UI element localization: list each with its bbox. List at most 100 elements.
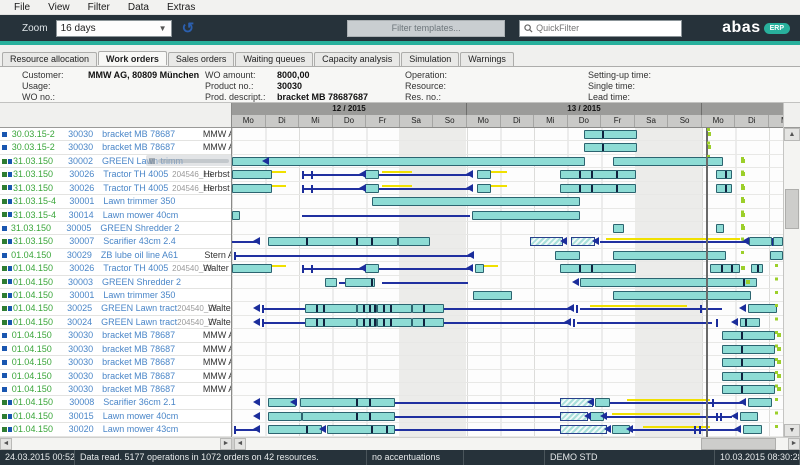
gantt-bar[interactable] bbox=[365, 184, 379, 193]
gantt-bar[interactable] bbox=[472, 211, 580, 220]
gantt-bar[interactable] bbox=[327, 425, 395, 434]
gantt-bar[interactable] bbox=[722, 345, 775, 354]
gantt-bar[interactable] bbox=[613, 224, 624, 233]
gantt-bar[interactable] bbox=[555, 251, 580, 260]
table-row[interactable]: 30.03.15-230030bracket MB 78687MMW AG bbox=[0, 141, 231, 154]
gantt-bar[interactable] bbox=[773, 237, 783, 246]
table-row[interactable]: 01.04.15030020Lawn mower 43cm bbox=[0, 423, 231, 436]
gantt-hscroll-track[interactable] bbox=[246, 438, 788, 450]
gantt-bar[interactable] bbox=[473, 291, 512, 300]
gantt-bar[interactable] bbox=[710, 264, 740, 273]
gantt-bar[interactable] bbox=[613, 251, 726, 260]
menu-item-view[interactable]: View bbox=[39, 2, 79, 13]
gantt-bar[interactable] bbox=[584, 143, 637, 152]
table-row[interactable]: 30.03.15-230030bracket MB 78687MMW AG bbox=[0, 128, 231, 141]
gantt-bar[interactable] bbox=[232, 264, 272, 273]
gantt-bar[interactable] bbox=[305, 304, 357, 313]
table-row[interactable]: 01.04.15030025GREEN Lawn tract204540_28W… bbox=[0, 302, 231, 315]
gantt-bar[interactable] bbox=[232, 184, 272, 193]
zoom-select[interactable]: 16 days ▼ bbox=[56, 20, 172, 37]
scroll-left-button[interactable]: ◄ bbox=[0, 438, 12, 450]
scroll-left-button[interactable]: ◄ bbox=[234, 438, 246, 450]
gantt-hscrollbar[interactable]: ◄ ► bbox=[234, 438, 800, 450]
gantt-bar[interactable] bbox=[595, 398, 610, 407]
gantt-bar[interactable] bbox=[716, 224, 724, 233]
gantt-bar[interactable] bbox=[268, 412, 302, 421]
gantt-bar[interactable] bbox=[613, 291, 751, 300]
table-row[interactable]: 01.04.15030030bracket MB 78687MMW AG bbox=[0, 383, 231, 396]
gantt-bar[interactable] bbox=[232, 170, 272, 179]
gantt-bar[interactable] bbox=[722, 358, 775, 367]
gantt-bar[interactable] bbox=[325, 278, 337, 287]
gantt-bar[interactable] bbox=[716, 170, 732, 179]
scroll-right-button[interactable]: ► bbox=[788, 438, 800, 450]
gantt-bar[interactable] bbox=[232, 211, 240, 220]
gantt-bar[interactable] bbox=[475, 264, 484, 273]
gantt-bar[interactable] bbox=[749, 237, 772, 246]
gantt-bar[interactable] bbox=[743, 425, 762, 434]
gantt-hatched-bar[interactable] bbox=[530, 237, 563, 246]
menu-item-filter[interactable]: Filter bbox=[79, 2, 119, 13]
vertical-scroll-thumb[interactable] bbox=[785, 189, 799, 229]
gantt-bar[interactable] bbox=[477, 184, 491, 193]
gantt-bar[interactable] bbox=[716, 184, 732, 193]
undo-icon[interactable]: ↺ bbox=[182, 21, 195, 36]
gantt-bar[interactable] bbox=[748, 398, 772, 407]
gantt-bar[interactable] bbox=[377, 304, 412, 313]
gantt-bar[interactable] bbox=[560, 264, 636, 273]
gantt-bar[interactable] bbox=[357, 318, 377, 327]
filter-templates-button[interactable]: Filter templates... bbox=[347, 20, 505, 37]
gantt-bar[interactable] bbox=[751, 264, 763, 273]
gantt-bar[interactable] bbox=[300, 398, 395, 407]
gantt-bar[interactable] bbox=[377, 318, 412, 327]
table-row[interactable]: 01.04.15030026Tractor TH 4005204540_29Wa… bbox=[0, 262, 231, 275]
tab-warnings[interactable]: Warnings bbox=[460, 52, 514, 66]
gantt-bar[interactable] bbox=[357, 304, 377, 313]
gantt-bar[interactable] bbox=[770, 251, 783, 260]
table-row[interactable]: 01.04.15030030bracket MB 78687MMW AG bbox=[0, 329, 231, 342]
tab-capacity-analysis[interactable]: Capacity analysis bbox=[314, 52, 400, 66]
table-row[interactable]: 01.04.15030024GREEN Lawn tract204540_27W… bbox=[0, 316, 231, 329]
gantt-bar[interactable] bbox=[740, 318, 760, 327]
gantt-bar[interactable] bbox=[740, 412, 758, 421]
gantt-bar[interactable] bbox=[268, 425, 322, 434]
table-row[interactable]: 01.04.15030015Lawn mower 40cm bbox=[0, 410, 231, 423]
gantt-bar[interactable] bbox=[477, 170, 491, 179]
table-hscrollbar[interactable]: ◄ ► bbox=[0, 438, 232, 450]
table-row[interactable]: 01.04.15030029ZB lube oil line A61Stern … bbox=[0, 249, 231, 262]
gantt-bar[interactable] bbox=[365, 170, 379, 179]
gantt-bar[interactable] bbox=[372, 197, 580, 206]
table-hscroll-track[interactable] bbox=[12, 438, 220, 450]
table-row[interactable]: 01.04.15030001Lawn trimmer 350 bbox=[0, 289, 231, 302]
gantt-bar[interactable] bbox=[748, 304, 777, 313]
table-row[interactable]: 01.04.15030003GREEN Shredder 2 bbox=[0, 276, 231, 289]
gantt-bar[interactable] bbox=[560, 184, 636, 193]
gantt-bar[interactable] bbox=[268, 237, 398, 246]
vertical-scrollbar[interactable]: ▲ ▼ bbox=[783, 103, 800, 437]
gantt-hscroll-thumb[interactable] bbox=[701, 438, 776, 450]
gantt-bar[interactable] bbox=[584, 130, 637, 139]
table-row[interactable]: 01.04.15030030bracket MB 78687MMW AG bbox=[0, 343, 231, 356]
tab-waiting-queues[interactable]: Waiting queues bbox=[235, 52, 313, 66]
quickfilter-input[interactable] bbox=[536, 23, 666, 33]
gantt-bar[interactable] bbox=[722, 372, 775, 381]
table-row[interactable]: 31.03.15030007Scarifier 43cm 2.4 bbox=[0, 235, 231, 248]
gantt-bar[interactable] bbox=[365, 264, 379, 273]
table-row[interactable]: 31.03.15-430014Lawn mower 40cm bbox=[0, 209, 231, 222]
gantt-bar[interactable] bbox=[722, 331, 775, 340]
gantt-hatched-bar[interactable] bbox=[560, 425, 607, 434]
gantt-bar[interactable] bbox=[305, 318, 357, 327]
table-row[interactable]: 31.03.15030026Tractor TH 4005204546_16He… bbox=[0, 182, 231, 195]
menu-item-file[interactable]: File bbox=[5, 2, 39, 13]
table-row[interactable]: 31.03.15030026Tractor TH 4005204546_15He… bbox=[0, 168, 231, 181]
gantt-bar[interactable] bbox=[560, 170, 636, 179]
gantt-bar[interactable] bbox=[345, 278, 375, 287]
menu-item-extras[interactable]: Extras bbox=[158, 2, 204, 13]
quickfilter-box[interactable] bbox=[519, 20, 682, 37]
tab-simulation[interactable]: Simulation bbox=[401, 52, 459, 66]
tab-resource-allocation[interactable]: Resource allocation bbox=[2, 52, 97, 66]
vertical-scroll-track[interactable] bbox=[784, 141, 800, 424]
gantt-bar[interactable] bbox=[232, 157, 585, 166]
gantt-bar[interactable] bbox=[580, 278, 757, 287]
tab-sales-orders[interactable]: Sales orders bbox=[168, 52, 235, 66]
